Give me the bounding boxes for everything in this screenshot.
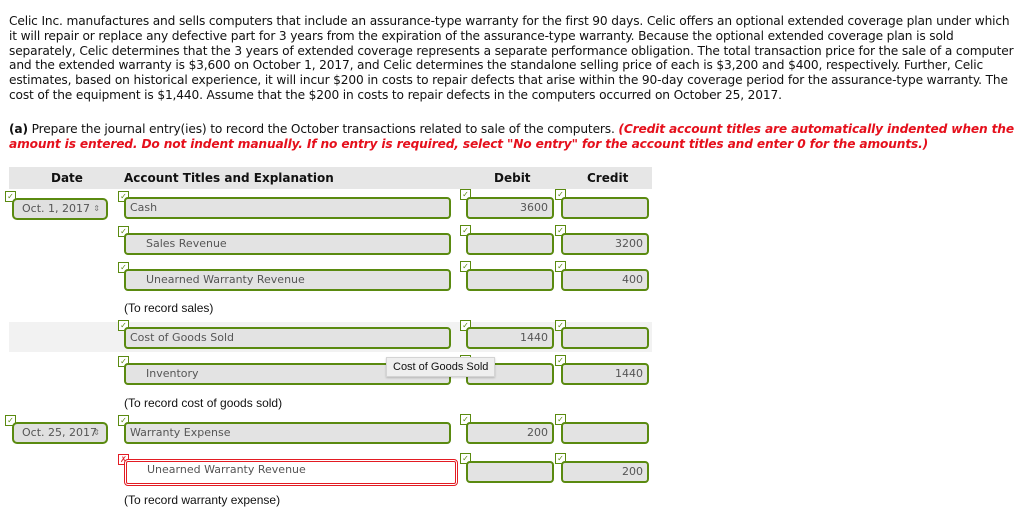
account-title-field[interactable]: Cost of Goods Sold xyxy=(124,327,451,349)
tooltip: Cost of Goods Sold xyxy=(386,357,496,377)
debit-field[interactable]: 200 xyxy=(466,422,554,444)
credit-field[interactable]: 200 xyxy=(561,461,649,483)
spinner-icon: ⇕ xyxy=(93,428,100,437)
debit-field[interactable] xyxy=(466,233,554,255)
debit-field[interactable] xyxy=(466,269,554,291)
credit-field[interactable]: 1440 xyxy=(561,363,649,385)
header-date: Date xyxy=(51,171,83,185)
problem-statement: Celic Inc. manufactures and sells comput… xyxy=(9,14,1014,102)
credit-field[interactable] xyxy=(561,197,649,219)
header-account: Account Titles and Explanation xyxy=(124,171,334,185)
entry-note: (To record cost of goods sold) xyxy=(124,396,283,410)
entry-note: (To record warranty expense) xyxy=(124,493,281,507)
header-debit: Debit xyxy=(494,171,531,185)
credit-field[interactable] xyxy=(561,422,649,444)
account-title-field-incorrect[interactable]: Unearned Warranty Revenue xyxy=(124,459,458,486)
date-select[interactable]: Oct. 25, 2017 ⇕ xyxy=(12,422,108,444)
credit-field[interactable]: 400 xyxy=(561,269,649,291)
debit-field[interactable]: 1440 xyxy=(466,327,554,349)
journal-table-header: Date Account Titles and Explanation Debi… xyxy=(9,167,652,189)
date-select[interactable]: Oct. 1, 2017 ⇕ xyxy=(12,198,108,220)
header-credit: Credit xyxy=(587,171,629,185)
debit-field[interactable] xyxy=(466,461,554,483)
account-title-field[interactable]: Warranty Expense xyxy=(124,422,451,444)
debit-field[interactable]: 3600 xyxy=(466,197,554,219)
part-label: (a) xyxy=(9,122,28,136)
entry-note: (To record sales) xyxy=(124,301,214,315)
account-title-field[interactable]: Sales Revenue xyxy=(124,233,451,255)
part-a-instructions: (a) Prepare the journal entry(ies) to re… xyxy=(9,122,1019,152)
date-value: Oct. 25, 2017 xyxy=(22,426,97,439)
date-value: Oct. 1, 2017 xyxy=(22,202,90,215)
part-instruction: Prepare the journal entry(ies) to record… xyxy=(27,122,619,136)
credit-field[interactable]: 3200 xyxy=(561,233,649,255)
spinner-icon: ⇕ xyxy=(93,204,100,213)
account-title-field[interactable]: Unearned Warranty Revenue xyxy=(124,269,451,291)
account-title-field[interactable]: Cash xyxy=(124,197,451,219)
credit-field[interactable] xyxy=(561,327,649,349)
